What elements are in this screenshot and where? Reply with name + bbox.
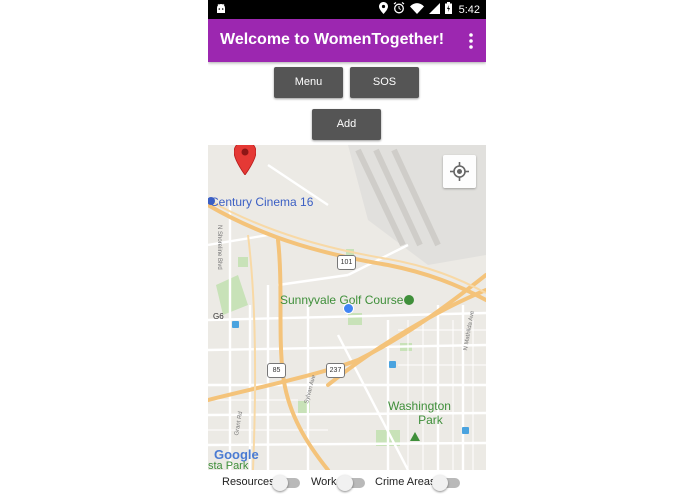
toggle-thumb xyxy=(272,475,288,491)
location-icon xyxy=(378,2,388,17)
map-label-golf-course[interactable]: Sunnyvale Golf Course xyxy=(280,293,403,307)
highway-shield-101: 101 xyxy=(337,255,356,270)
app-title: Welcome to WomenTogether! xyxy=(220,31,445,48)
menu-button[interactable]: Menu xyxy=(274,67,343,98)
my-location-button[interactable] xyxy=(443,155,476,188)
sos-button[interactable]: SOS xyxy=(350,67,419,98)
highway-shield-85: 85 xyxy=(267,363,286,378)
map-view[interactable]: Century Cinema 16 Sunnyvale Golf Course … xyxy=(208,145,486,470)
resources-toggle-label: Resources xyxy=(222,476,275,488)
alarm-icon xyxy=(393,2,405,17)
battery-icon xyxy=(444,2,452,17)
map-label-g6: G6 xyxy=(213,312,224,321)
add-button[interactable]: Add xyxy=(312,109,381,140)
work-toggle[interactable] xyxy=(337,475,367,491)
status-clock: 5:42 xyxy=(458,3,480,16)
map-pin-icon[interactable] xyxy=(233,145,257,180)
work-toggle-label: Work xyxy=(311,476,337,488)
crime-areas-toggle-label: Crime Areas xyxy=(375,476,436,488)
status-bar: 5:42 xyxy=(208,0,486,19)
layer-toggle-row: Resources Work Crime Areas xyxy=(208,473,486,493)
current-location-dot xyxy=(343,303,354,314)
my-location-icon xyxy=(450,162,469,181)
map-label-washington-line1: Washington xyxy=(388,399,451,413)
more-vert-icon[interactable] xyxy=(468,32,474,50)
phone-screen: 5:42 Welcome to WomenTogether! Menu SOS … xyxy=(208,0,486,494)
resources-toggle[interactable] xyxy=(272,475,302,491)
map-label-shoreline: N Shoreline Blvd xyxy=(216,225,222,270)
app-bar: Welcome to WomenTogether! xyxy=(208,19,486,62)
highway-shield-237: 237 xyxy=(326,363,345,378)
map-label-park-partial[interactable]: sta Park xyxy=(208,460,248,470)
crime-areas-toggle[interactable] xyxy=(432,475,462,491)
android-icon xyxy=(215,3,227,18)
toggle-thumb xyxy=(432,475,448,491)
wifi-icon xyxy=(409,2,424,17)
map-label-washington-line2: Park xyxy=(418,413,443,427)
toggle-thumb xyxy=(337,475,353,491)
map-label-cinema[interactable]: Century Cinema 16 xyxy=(210,195,313,209)
signal-icon xyxy=(428,2,440,17)
map-label-washington-park[interactable]: Washington Park xyxy=(388,399,451,427)
